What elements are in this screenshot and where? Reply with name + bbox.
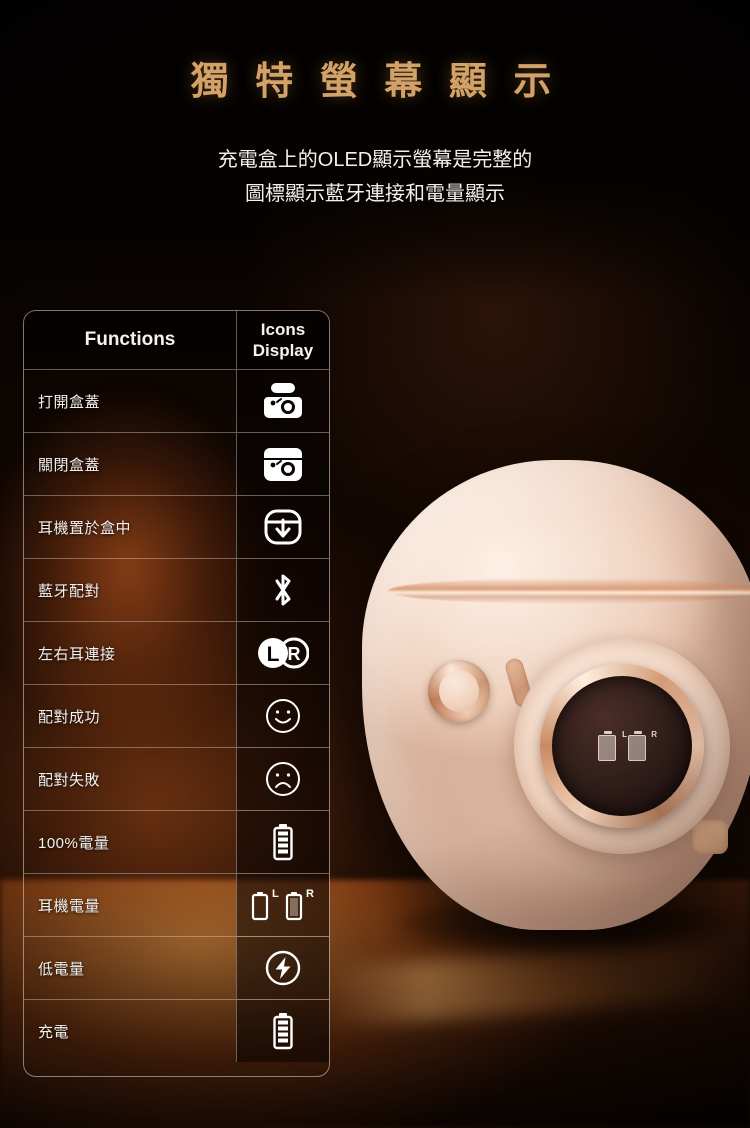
earbud-batt-right-letter: R [306,888,314,900]
table-row: 配對失敗 [24,747,329,810]
table-row: 關閉盒蓋 [24,432,329,495]
row-label: 藍牙配對 [38,582,101,600]
headline-block: 獨 特 螢 幕 顯 示 充電盒上的OLED顯示螢幕是完整的 圖標顯示藍牙連接和電… [0,50,750,211]
row-icon-cell [236,559,329,621]
lr-right-letter: R [288,644,301,664]
table-row: 配對成功 [24,684,329,747]
column-header-icons-display: Icons Display [236,311,329,369]
row-label: 關閉盒蓋 [38,456,101,474]
battery-charging-icon [261,1011,305,1051]
case-lid-closed-icon [261,444,305,484]
row-icon-cell [236,685,329,747]
smiley-sad-icon [261,759,305,799]
table-row: 低電量 [24,936,329,999]
row-label: 配對成功 [38,708,101,726]
row-label: 低電量 [38,960,85,978]
lr-left-letter: L [267,643,280,666]
row-icon-cell [236,937,329,999]
subtitle-line-2: 圖標顯示藍牙連接和電量顯示 [245,183,505,205]
row-icon-cell: L R [236,622,329,684]
table-row: 耳機置於盒中 [24,495,329,558]
table-row: 左右耳連接 L R [24,621,329,684]
icons-header-line1: Icons [260,320,306,339]
table-header-row: Functions Icons Display [24,311,329,369]
earbud-batt-left-letter: L [272,888,279,900]
earbud-battery-lr-icon: L R [247,885,319,925]
page-title: 獨 特 螢 幕 顯 示 [190,61,560,103]
row-label: 配對失敗 [38,771,101,789]
bluetooth-icon [261,570,305,610]
row-icon-cell [236,1000,329,1062]
table-row: 100%電量 [24,810,329,873]
functions-icons-table: Functions Icons Display 打開盒蓋 關閉盒蓋 耳機置於盒中… [23,310,330,1077]
row-icon-cell [236,496,329,558]
marketing-slide: L R 獨 特 螢 幕 顯 示 充電盒上的OLED顯示螢幕是完整的 圖標顯示藍牙… [0,0,750,1128]
row-icon-cell [236,811,329,873]
row-label: 100%電量 [38,834,110,852]
row-icon-cell [236,370,329,432]
left-right-earbud-icon: L R [255,633,311,673]
table-row: 耳機電量 L R [24,873,329,936]
table-row: 充電 [24,999,329,1062]
column-header-functions: Functions [84,329,176,350]
row-label: 充電 [38,1023,70,1041]
row-icon-cell [236,433,329,495]
battery-full-icon [261,822,305,862]
table-row: 藍牙配對 [24,558,329,621]
case-lid-open-icon [261,381,305,421]
smiley-happy-icon [261,696,305,736]
row-label: 左右耳連接 [38,645,116,663]
battery-low-bolt-icon [261,948,305,988]
icons-header-line2: Display [252,341,314,360]
earbuds-in-case-arrow-down-icon [261,507,305,547]
row-icon-cell: L R [236,874,329,936]
row-label: 耳機置於盒中 [38,519,132,537]
row-icon-cell [236,748,329,810]
row-label: 耳機電量 [38,897,101,915]
table-row: 打開盒蓋 [24,369,329,432]
subtitle-line-1: 充電盒上的OLED顯示螢幕是完整的 [217,149,533,171]
row-label: 打開盒蓋 [38,393,101,411]
